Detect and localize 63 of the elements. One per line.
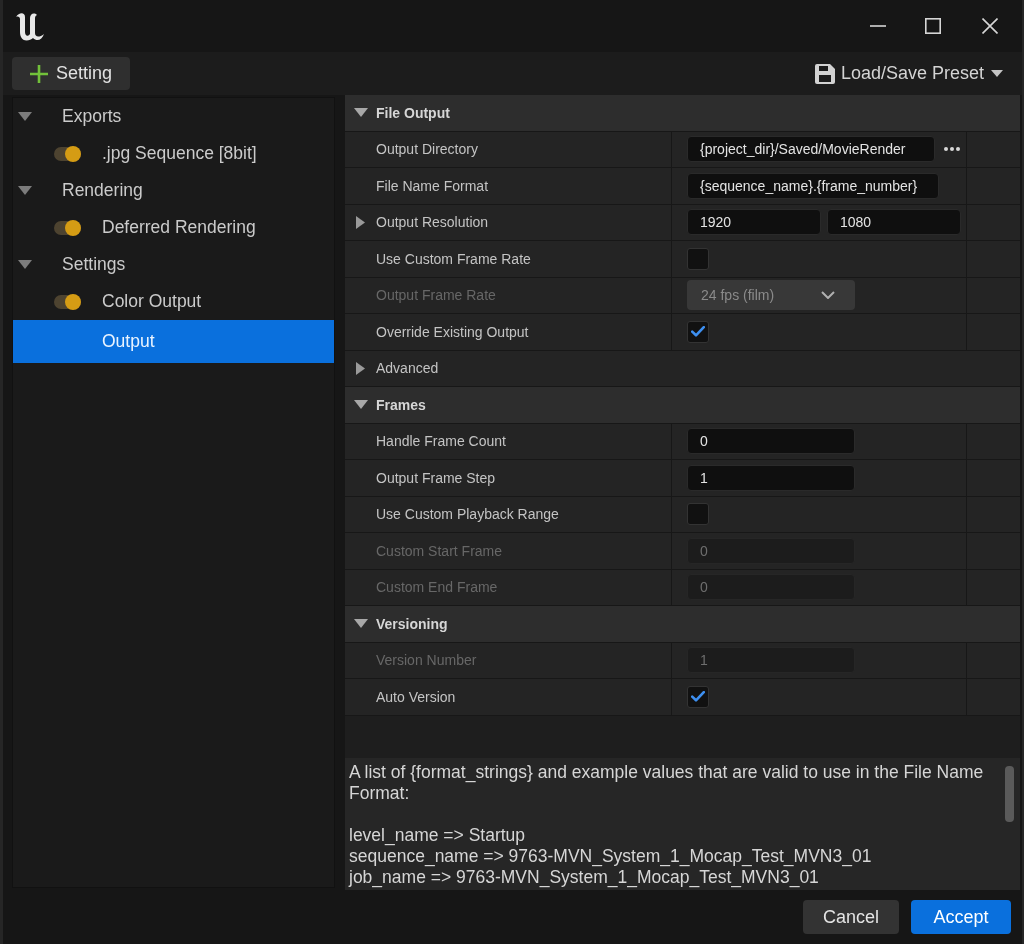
- checkmark-icon: [691, 326, 705, 338]
- property-label: Use Custom Playback Range: [376, 506, 559, 523]
- chevron-down-icon: [821, 291, 835, 300]
- checkbox[interactable]: [687, 503, 709, 526]
- plus-icon: [30, 64, 48, 83]
- tree-group-item[interactable]: Rendering: [13, 172, 334, 209]
- section-header[interactable]: Frames: [345, 387, 1020, 424]
- add-setting-button[interactable]: Setting: [12, 57, 130, 90]
- tree-group-item[interactable]: Settings: [13, 246, 334, 283]
- maximize-icon[interactable]: [925, 18, 941, 34]
- toggle-icon[interactable]: [54, 219, 81, 236]
- caret-icon[interactable]: [18, 112, 32, 121]
- number-field[interactable]: 1920: [687, 209, 821, 236]
- more-icon[interactable]: [944, 147, 960, 152]
- caret-icon[interactable]: [354, 400, 368, 410]
- scrollbar-thumb[interactable]: [1005, 765, 1014, 822]
- number-field[interactable]: 1: [687, 464, 855, 491]
- property-label: Output Frame Rate: [376, 287, 496, 304]
- preset-menu-button[interactable]: Load/Save Preset: [814, 58, 1003, 89]
- toggle-icon[interactable]: [54, 145, 81, 162]
- caret-icon: [991, 70, 1003, 77]
- checkmark-icon: [691, 691, 705, 703]
- expand-arrow-icon[interactable]: [356, 361, 365, 375]
- section-header[interactable]: File Output: [345, 95, 1020, 132]
- property-label: Output Directory: [376, 141, 478, 158]
- path-field[interactable]: {project_dir}/Saved/MovieRender: [687, 136, 935, 163]
- tree-item[interactable]: Color Output: [13, 283, 334, 320]
- number-field[interactable]: 1080: [827, 209, 961, 236]
- text-field[interactable]: {sequence_name}.{frame_number}: [687, 172, 939, 199]
- caret-icon[interactable]: [18, 186, 32, 195]
- expand-arrow-icon[interactable]: [356, 215, 365, 229]
- checkbox[interactable]: [687, 247, 709, 270]
- number-field[interactable]: 0: [687, 428, 855, 455]
- caret-icon[interactable]: [18, 260, 32, 269]
- section-header[interactable]: Versioning: [345, 606, 1020, 643]
- description-text: A list of {format_strings} and example values that are valid to use in the File Name Format:: [349, 761, 985, 804]
- format-example: level_name => Startup: [349, 824, 527, 846]
- property-label: Custom Start Frame: [376, 542, 503, 559]
- property-label: Version Number: [376, 652, 477, 669]
- primary-button[interactable]: Accept: [911, 900, 1011, 934]
- tree-group-item[interactable]: Exports: [13, 98, 334, 135]
- property-label: Output Frame Step: [376, 469, 496, 486]
- format-example: sequence_name => 9763-MVN_System_1_Mocap_Test_MVN3_01: [349, 845, 873, 867]
- property-label: Advanced: [376, 360, 439, 377]
- caret-icon[interactable]: [354, 619, 368, 629]
- property-label: Use Custom Frame Rate: [376, 250, 531, 267]
- logo-icon: [15, 10, 45, 42]
- format-example: job_name => 9763-MVN_System_1_Mocap_Test_MVN3_01: [349, 866, 819, 888]
- property-label: Handle Frame Count: [376, 433, 506, 450]
- property-label: Auto Version: [376, 688, 456, 705]
- tree-item[interactable]: Deferred Rendering: [13, 209, 334, 246]
- tree-item[interactable]: .jpg Sequence [8bit]: [13, 135, 334, 172]
- property-label: File Name Format: [376, 177, 489, 194]
- tree-item[interactable]: Output: [13, 320, 334, 363]
- toggle-icon[interactable]: [54, 293, 81, 310]
- checkbox[interactable]: [687, 685, 709, 708]
- property-label: Override Existing Output: [376, 323, 529, 340]
- close-icon[interactable]: [982, 18, 998, 34]
- property-label: Output Resolution: [376, 214, 489, 231]
- property-label: Custom End Frame: [376, 579, 498, 596]
- caret-icon[interactable]: [354, 108, 368, 118]
- checkbox[interactable]: [687, 320, 709, 343]
- secondary-button[interactable]: Cancel: [802, 900, 899, 934]
